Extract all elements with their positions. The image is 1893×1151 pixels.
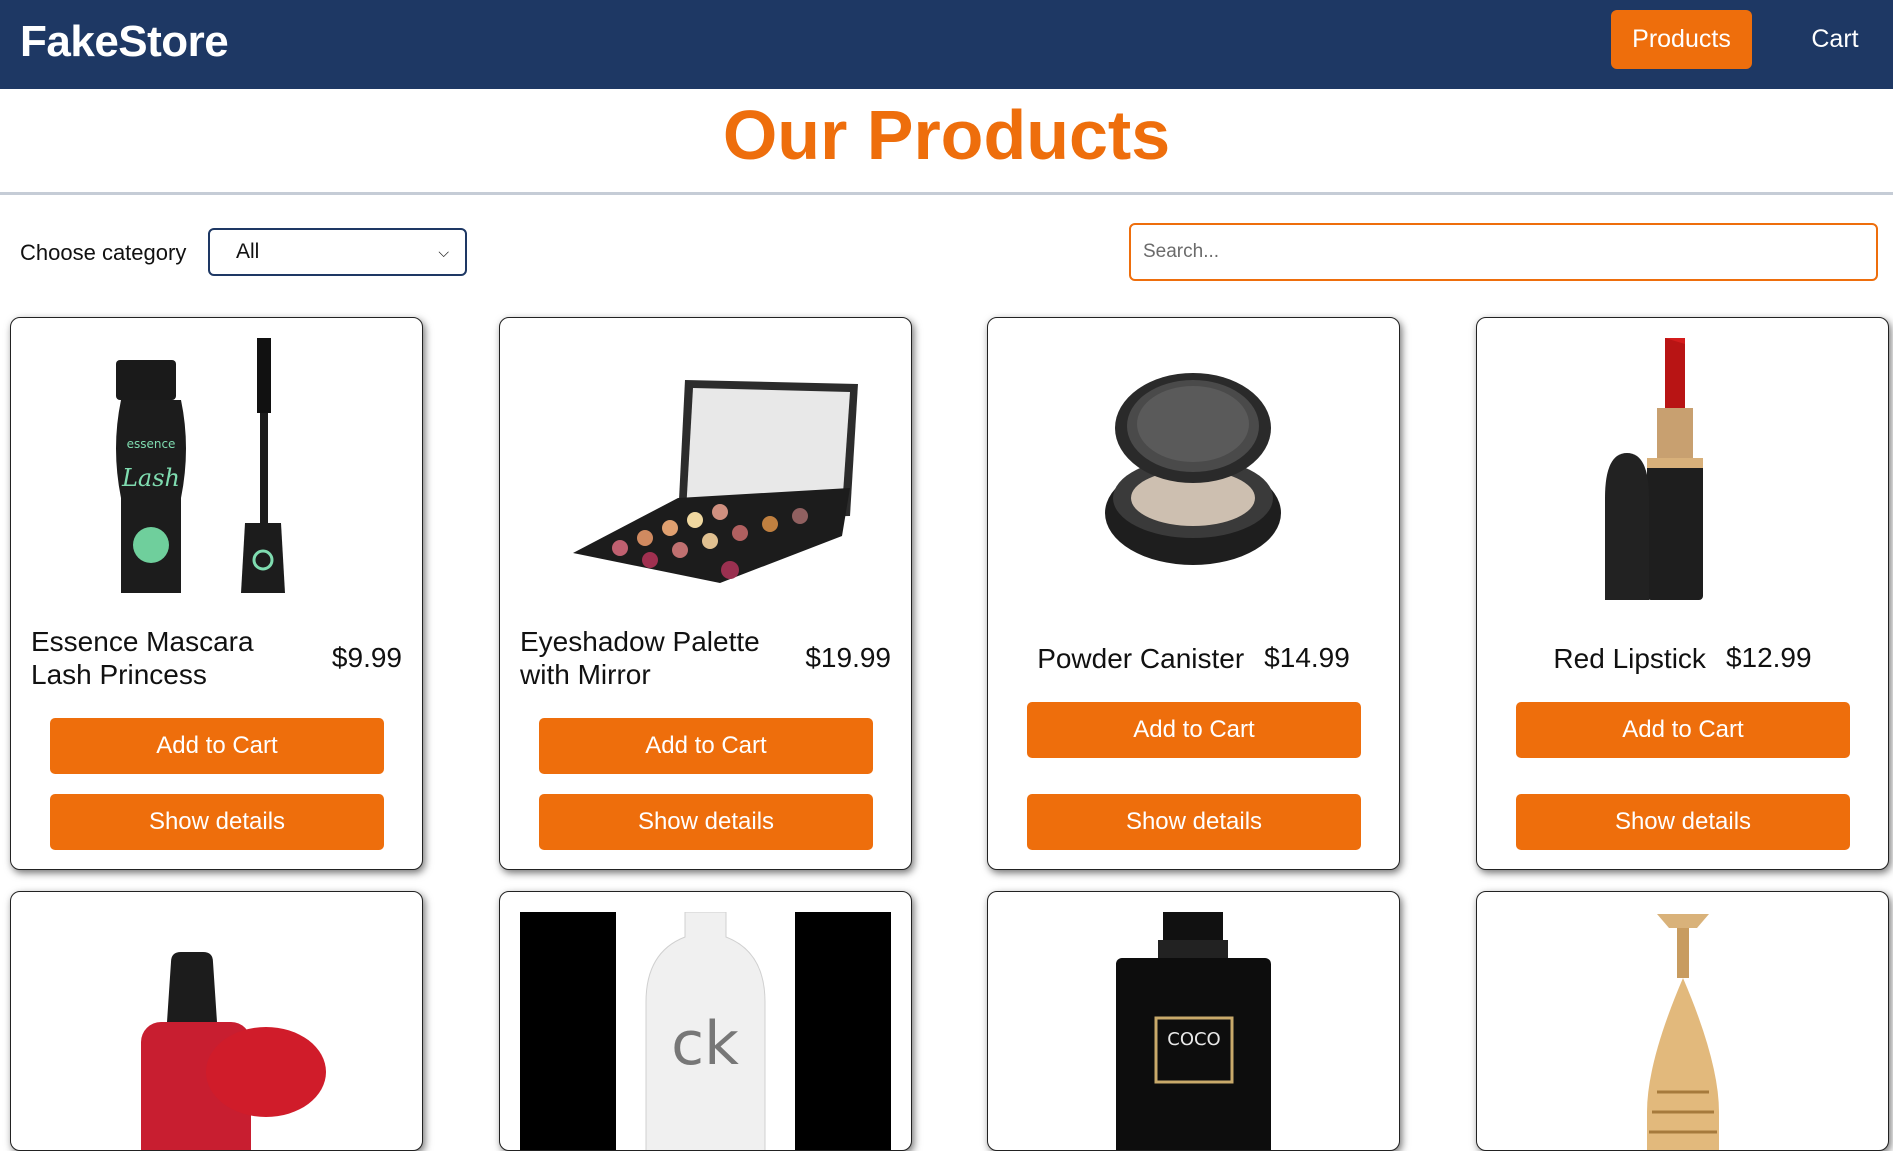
divider: [0, 192, 1893, 195]
product-price: $9.99: [331, 642, 402, 673]
perfume-bottle-image: [1647, 914, 1719, 1150]
product-card: Eyeshadow Palette with Mirror $19.99 Add…: [499, 317, 912, 870]
svg-text:essence: essence: [127, 437, 176, 451]
nail-polish-image: [141, 952, 326, 1150]
product-card: essence Lash Essence Mascara Lash Prince…: [10, 317, 423, 870]
product-card: ck: [499, 891, 912, 1151]
product-card: [1476, 891, 1889, 1151]
add-to-cart-button[interactable]: Add to Cart: [539, 718, 873, 774]
perfume-bottle-image: COCO: [1116, 912, 1271, 1150]
perfume-bottle-image: ck: [520, 912, 891, 1150]
product-card: [10, 891, 423, 1151]
product-name: Red Lipstick: [1553, 642, 1706, 674]
product-name: Eyeshadow Palette with Mirror: [520, 626, 760, 690]
product-price: $19.99: [805, 642, 891, 673]
show-details-button[interactable]: Show details: [50, 794, 384, 850]
product-price: $14.99: [1264, 642, 1350, 673]
product-card: Red Lipstick $12.99 Add to Cart Show det…: [1476, 317, 1889, 870]
product-card: COCO: [987, 891, 1400, 1151]
show-details-button[interactable]: Show details: [1516, 794, 1850, 850]
category-select[interactable]: All ⌵: [208, 228, 467, 276]
product-card: Powder Canister $14.99 Add to Cart Show …: [987, 317, 1400, 870]
navbar: FakeStore Products Cart: [0, 0, 1893, 89]
show-details-button[interactable]: Show details: [539, 794, 873, 850]
bottle-text: ck: [671, 1009, 739, 1079]
powder-canister-image: [1105, 373, 1281, 565]
lipstick-image: [1605, 338, 1703, 600]
nav-cart-link[interactable]: Cart: [1790, 10, 1880, 69]
product-name: Essence Mascara Lash Princess: [31, 626, 254, 690]
add-to-cart-button[interactable]: Add to Cart: [1027, 702, 1361, 758]
mascara-image: essence Lash: [116, 338, 285, 593]
nav-products-button[interactable]: Products: [1611, 10, 1752, 69]
page-title: Our Products: [722, 96, 1171, 174]
add-to-cart-button[interactable]: Add to Cart: [1516, 702, 1850, 758]
add-to-cart-button[interactable]: Add to Cart: [50, 718, 384, 774]
show-details-button[interactable]: Show details: [1027, 794, 1361, 850]
chevron-down-icon: ⌵: [438, 243, 449, 260]
svg-text:Lash: Lash: [121, 464, 180, 492]
brand-logo[interactable]: FakeStore: [20, 17, 229, 67]
category-label: Choose category: [20, 240, 187, 265]
eyeshadow-palette-image: [573, 380, 858, 583]
bottle-text: COCO: [1167, 1029, 1220, 1050]
search-input[interactable]: [1129, 223, 1878, 281]
product-price: $12.99: [1725, 642, 1812, 673]
category-selected-value: All: [236, 240, 260, 263]
product-name: Powder Canister: [1037, 642, 1245, 674]
